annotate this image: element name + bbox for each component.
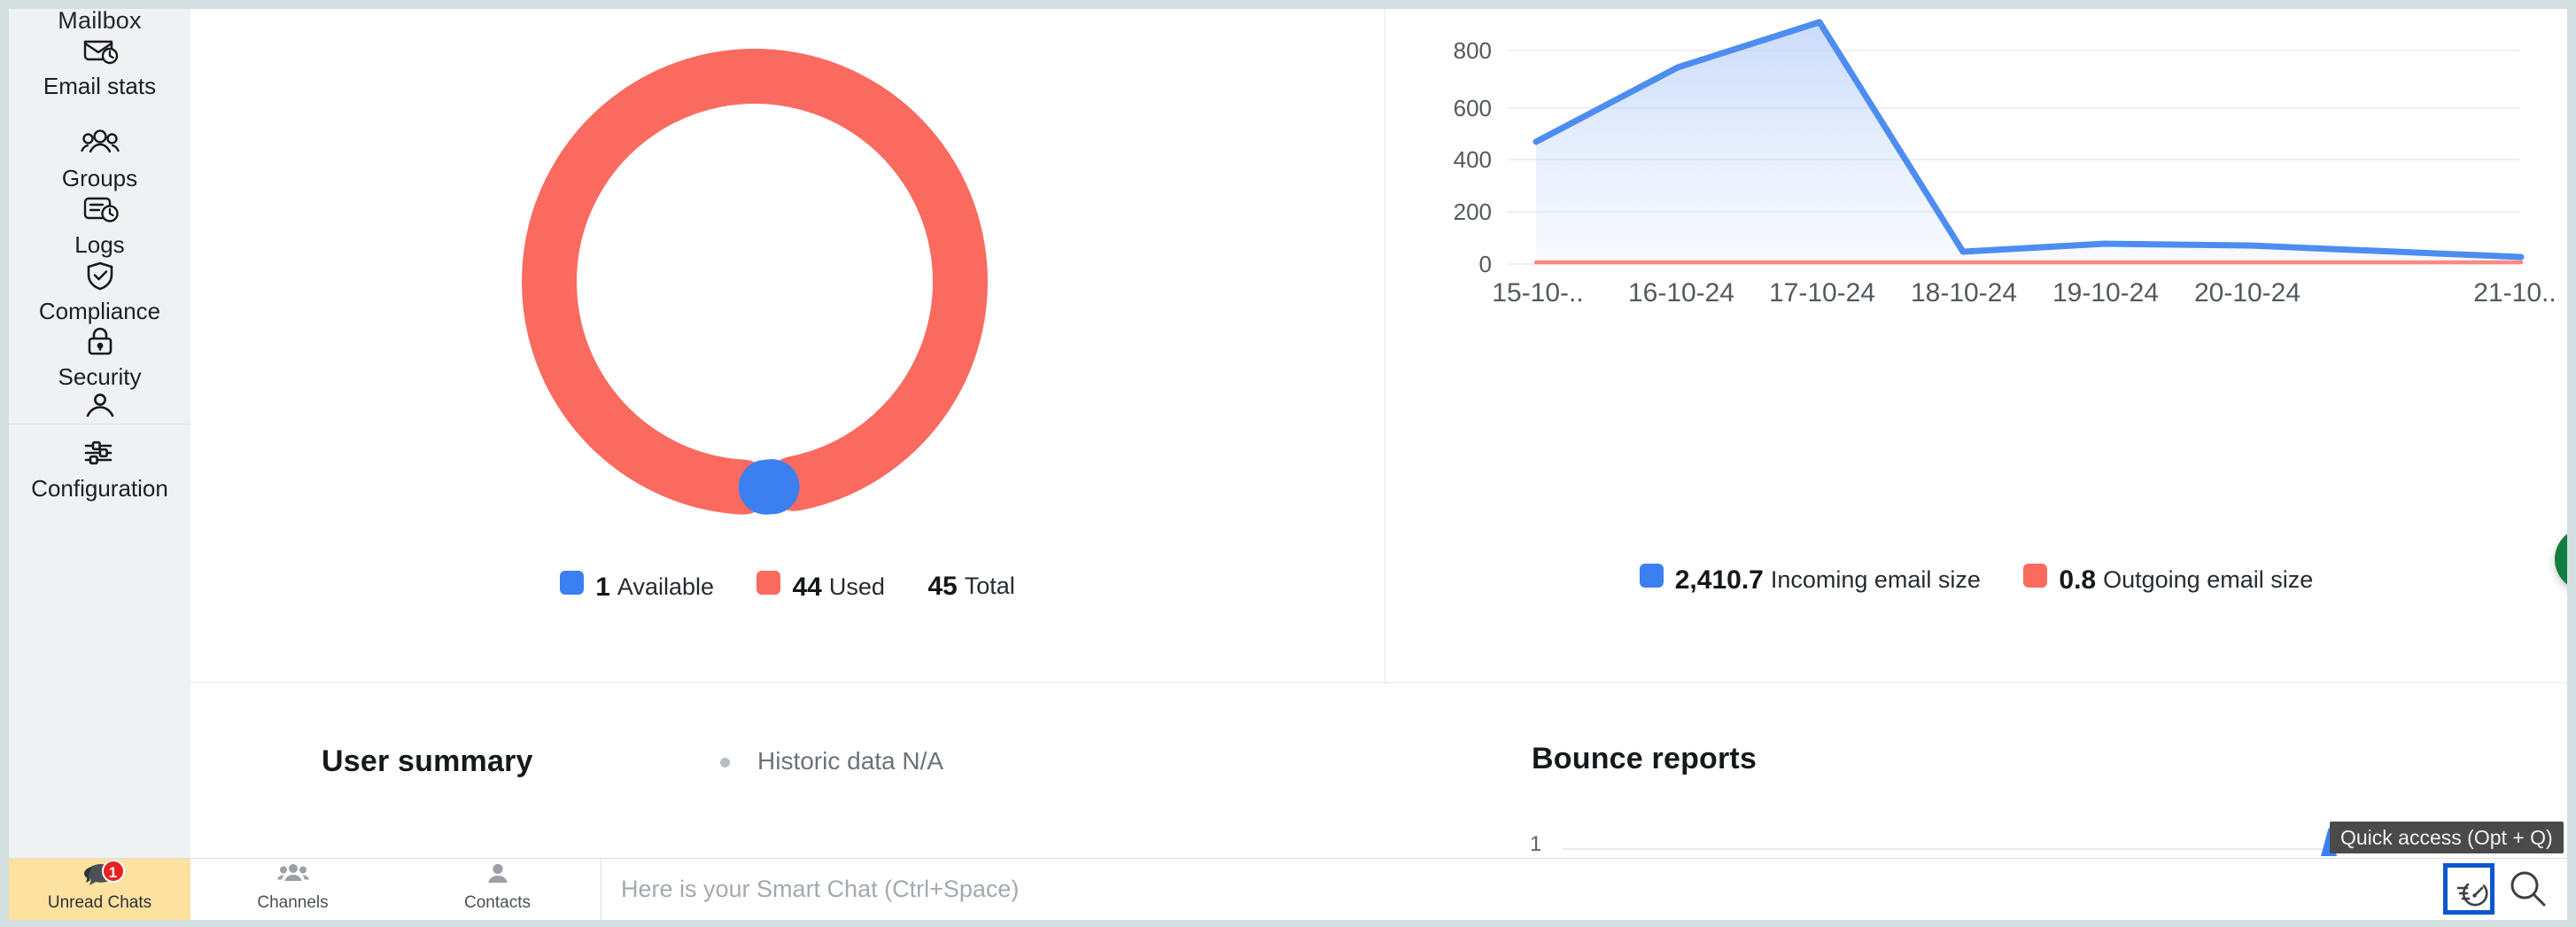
sidebar-item-logs[interactable]: Logs bbox=[9, 189, 190, 258]
svg-text:17-10-24: 17-10-24 bbox=[1769, 278, 1875, 308]
svg-text:15-10-..: 15-10-.. bbox=[1492, 278, 1583, 308]
bounce-y-axis-tick: 1 bbox=[1530, 832, 1541, 857]
bottom-tab-label: Unread Chats bbox=[9, 893, 190, 913]
legend-value: 45 bbox=[927, 572, 957, 601]
legend-label: Used bbox=[829, 573, 885, 600]
svg-text:20-10-24: 20-10-24 bbox=[2194, 278, 2301, 308]
donut-segment[interactable] bbox=[549, 76, 960, 487]
legend-swatch bbox=[757, 571, 780, 595]
legend-label: Outgoing email size bbox=[2103, 566, 2313, 593]
user-profile-icon bbox=[9, 385, 190, 425]
channels-people-icon bbox=[190, 861, 395, 893]
contact-glyph bbox=[485, 861, 511, 888]
sidebar-item-label: Configuration bbox=[9, 475, 190, 502]
sidebar-item-email-stats[interactable]: Email stats bbox=[9, 30, 190, 99]
app-root: Mailbox Email stats bbox=[0, 0, 2576, 927]
legend-item-total: 45 Total bbox=[927, 572, 1014, 602]
svg-text:0: 0 bbox=[1479, 251, 1492, 277]
logs-icon bbox=[9, 189, 190, 230]
legend-swatch bbox=[2023, 564, 2047, 588]
x-axis-ticks: 15-10-.. 16-10-24 17-10-24 18-10-24 19-1… bbox=[1492, 278, 2556, 308]
bottom-tab-channels[interactable]: Channels bbox=[190, 859, 395, 920]
legend-item-incoming[interactable]: 2,410.7 Incoming email size bbox=[1640, 564, 1981, 596]
legend-value: 1 bbox=[595, 573, 610, 602]
user-summary-card: User summary Historic data N/A bbox=[190, 683, 1385, 858]
svg-text:16-10-24: 16-10-24 bbox=[1628, 278, 1734, 308]
configuration-sliders-icon bbox=[9, 432, 190, 473]
y-axis-ticks: 800 600 400 200 0 bbox=[1454, 37, 1492, 277]
svg-text:400: 400 bbox=[1454, 146, 1492, 173]
bounce-reports-title: Bounce reports bbox=[1532, 742, 1757, 776]
email-stats-icon bbox=[9, 30, 190, 71]
contact-person-icon bbox=[395, 861, 600, 893]
donut-chart[interactable] bbox=[485, 16, 1025, 548]
unread-badge: 1 bbox=[102, 860, 125, 883]
speedometer-icon bbox=[2456, 876, 2491, 911]
svg-text:19-10-24: 19-10-24 bbox=[2052, 278, 2159, 308]
legend-swatch bbox=[560, 571, 584, 595]
sidebar-item-user-profile[interactable] bbox=[9, 385, 190, 427]
compliance-shield-icon bbox=[9, 255, 190, 296]
area-chart-legend: 2,410.7 Incoming email size 0.8 Outgoing e… bbox=[1385, 564, 2567, 596]
area-chart[interactable]: 800 600 400 200 0 15-10-.. bbox=[1385, 9, 2567, 558]
bottom-tab-unread-chats[interactable]: 1 Unread Chats bbox=[9, 859, 190, 920]
window-frame: Mailbox Email stats bbox=[9, 9, 2567, 920]
svg-text:200: 200 bbox=[1454, 199, 1492, 225]
sidebar-divider bbox=[9, 424, 190, 425]
legend-item-used[interactable]: 44 Used bbox=[757, 571, 884, 603]
bottom-tab-label: Contacts bbox=[395, 893, 600, 913]
sidebar-item-configuration[interactable]: Configuration bbox=[9, 432, 190, 502]
sidebar-item-compliance[interactable]: Compliance bbox=[9, 255, 190, 324]
legend-value: 0.8 bbox=[2059, 565, 2096, 595]
search-icon bbox=[2505, 867, 2551, 913]
incoming-area bbox=[1536, 22, 2521, 264]
mailbox-usage-chart-card: 1 Available 44 Used 45 Total bbox=[190, 9, 1385, 682]
legend-value: 44 bbox=[792, 573, 821, 602]
bottom-tab-label: Channels bbox=[190, 893, 395, 913]
user-summary-note: Historic data N/A bbox=[757, 747, 943, 775]
legend-value: 2,410.7 bbox=[1675, 565, 1764, 595]
sidebar-item-label: Groups bbox=[9, 165, 190, 191]
email-size-chart-card: 800 600 400 200 0 15-10-.. bbox=[1385, 9, 2567, 682]
legend-label: Incoming email size bbox=[1771, 566, 1981, 593]
sidebar-item-label: Logs bbox=[9, 231, 190, 258]
donut-legend: 1 Available 44 Used 45 Total bbox=[190, 571, 1385, 603]
sidebar-item-security[interactable]: Security bbox=[9, 321, 190, 390]
dashboard-content: 1 Available 44 Used 45 Total bbox=[190, 9, 2567, 858]
bottom-tab-contacts[interactable]: Contacts bbox=[395, 859, 600, 920]
groups-icon bbox=[9, 122, 190, 163]
quick-access-tooltip: Quick access (Opt + Q) bbox=[2330, 822, 2564, 853]
quick-access-button[interactable] bbox=[2443, 863, 2495, 915]
legend-label: Total bbox=[965, 573, 1015, 599]
legend-label: Available bbox=[617, 573, 714, 600]
user-summary-title: User summary bbox=[322, 744, 533, 779]
legend-item-outgoing[interactable]: 0.8 Outgoing email size bbox=[2023, 564, 2313, 596]
bottom-bar: 1 Unread Chats Channels bbox=[9, 858, 2567, 920]
legend-item-available[interactable]: 1 Available bbox=[560, 571, 714, 603]
sidebar-item-groups[interactable]: Groups bbox=[9, 122, 190, 191]
svg-text:600: 600 bbox=[1454, 95, 1492, 121]
svg-text:21-10..: 21-10.. bbox=[2473, 278, 2556, 308]
svg-text:18-10-24: 18-10-24 bbox=[1911, 278, 2017, 308]
sidebar: Mailbox Email stats bbox=[9, 9, 190, 858]
search-button[interactable] bbox=[2505, 867, 2551, 913]
security-lock-icon bbox=[9, 321, 190, 362]
sidebar-item-label: Email stats bbox=[9, 73, 190, 99]
svg-text:800: 800 bbox=[1454, 37, 1492, 64]
smart-chat-input[interactable] bbox=[601, 859, 2353, 920]
channels-glyph bbox=[276, 861, 310, 888]
legend-swatch bbox=[1640, 564, 1664, 588]
chat-bubble-icon: 1 bbox=[9, 861, 190, 893]
title-dot-separator bbox=[720, 758, 730, 767]
